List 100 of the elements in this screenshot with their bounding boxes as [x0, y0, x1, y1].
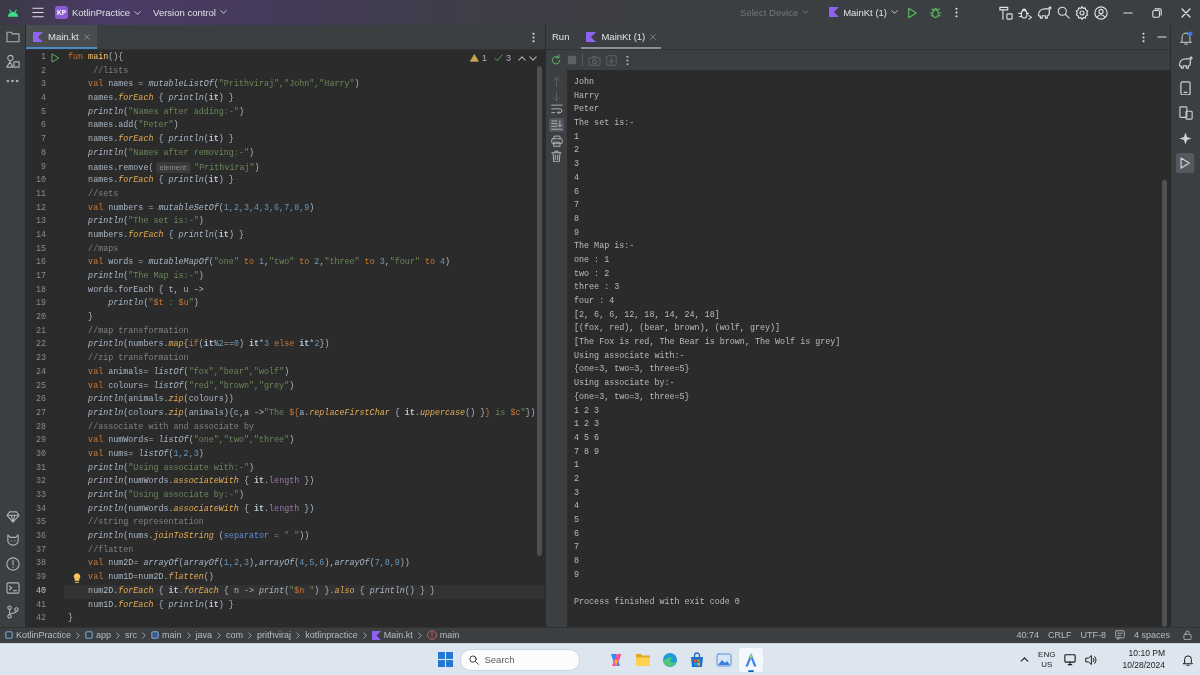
bulb-icon[interactable] [73, 572, 81, 584]
line-number: 41 [34, 598, 46, 612]
gem-icon[interactable] [5, 511, 20, 523]
output-line: Using associate with:- [574, 349, 685, 363]
tool-icon[interactable] [999, 5, 1013, 20]
breadcrumb[interactable]: prithviraj [257, 630, 292, 641]
code-line: } [68, 613, 74, 624]
code-line: println(numbers.map{if(it%2==0) it*3 else it*2}) [88, 339, 330, 350]
bug-icon[interactable] [929, 6, 942, 19]
code-line: names.add("Peter") [88, 120, 179, 131]
language-indicator[interactable]: ENG [1038, 650, 1056, 660]
breadcrumb[interactable]: main [151, 630, 182, 641]
phone-icon[interactable] [1180, 80, 1191, 96]
bell-icon[interactable] [1182, 653, 1194, 666]
breadcrumb[interactable]: com [226, 630, 244, 641]
line-number: 23 [34, 352, 46, 366]
run-config-selector[interactable]: MainKt (1) [829, 6, 898, 19]
output-line: 9 [574, 226, 580, 240]
terminal-icon[interactable] [5, 582, 20, 594]
more-icon[interactable] [626, 54, 629, 66]
clock-time[interactable]: 10:10 PM [1128, 648, 1165, 660]
chevron-down-icon[interactable] [529, 55, 537, 61]
printer-icon[interactable] [550, 134, 563, 147]
cursor-position[interactable]: 40:74 [1016, 630, 1039, 641]
code-line: println("Using associate with:-") [88, 462, 254, 473]
run-tab[interactable]: MainKt (1) [581, 25, 662, 49]
line-number: 2 [39, 64, 46, 78]
code-line: val numbers = mutableSetOf(1,2,3,4,3,6,7,8,9) [88, 202, 315, 213]
editor-tab[interactable]: Main.kt [26, 25, 97, 49]
run-icon[interactable] [50, 52, 60, 63]
rerun-icon[interactable] [550, 54, 562, 66]
line-number: 25 [34, 379, 46, 393]
compass-logo-icon[interactable] [738, 647, 763, 672]
search-field[interactable]: Search [459, 648, 580, 671]
elephant-icon[interactable] [1178, 56, 1193, 70]
restore-icon[interactable] [1152, 7, 1162, 18]
more-icon[interactable] [1142, 31, 1145, 43]
sparkle-icon[interactable] [1179, 131, 1192, 145]
settings-icon[interactable] [1075, 5, 1089, 20]
breadcrumb[interactable]: kotlinpractice [305, 630, 358, 641]
code-line: numbers.forEach { println(it) } [88, 229, 244, 240]
line-number: 32 [34, 475, 46, 489]
breadcrumb[interactable]: KotlinPractice [5, 630, 72, 641]
scrollbar[interactable] [537, 66, 542, 556]
line-number: 39 [34, 571, 46, 585]
region-indicator[interactable]: US [1041, 659, 1053, 669]
shapes-icon[interactable] [5, 54, 20, 68]
cat-icon[interactable] [5, 534, 20, 546]
speaker-icon[interactable] [1085, 653, 1098, 666]
menu-icon[interactable] [32, 7, 44, 18]
breadcrumb[interactable]: src [125, 630, 138, 641]
vcs-selector[interactable]: Version control [153, 6, 227, 19]
line-separator[interactable]: CRLF [1047, 630, 1072, 641]
output-line: 4 5 6 [574, 431, 600, 445]
chevron-up-icon[interactable] [1020, 657, 1030, 662]
devices-icon[interactable] [1178, 106, 1193, 120]
output-line: [(fox, red), (bear, brown), (wolf, grey)] [574, 322, 781, 336]
folder-icon[interactable] [5, 31, 20, 43]
encoding[interactable]: UTF-8 [1080, 630, 1106, 641]
elephant-icon[interactable] [1037, 6, 1052, 19]
monitor-icon[interactable] [1064, 653, 1077, 666]
run-icon[interactable] [907, 6, 918, 19]
more-icon[interactable] [6, 79, 19, 83]
search-icon[interactable] [1057, 6, 1070, 19]
indent-setting[interactable]: 4 spaces [1133, 630, 1170, 641]
output-line: 1 [574, 130, 580, 144]
line-number: 16 [34, 256, 46, 270]
more-icon[interactable] [955, 7, 958, 18]
code-line: println("$t : $u") [108, 298, 199, 309]
trash-icon[interactable] [551, 149, 562, 163]
run-icon[interactable] [1176, 152, 1195, 174]
scroll-to-end-icon[interactable] [548, 117, 565, 132]
clock-date[interactable]: 10/28/2024 [1122, 659, 1165, 671]
chevron-up-icon[interactable] [518, 55, 526, 61]
soft-wrap-icon[interactable] [550, 104, 563, 115]
output-line: John [574, 76, 595, 89]
breadcrumb[interactable]: main [426, 630, 460, 641]
breadcrumb[interactable]: app [85, 630, 112, 641]
picture-icon[interactable] [715, 652, 732, 667]
padlock-icon[interactable] [1183, 630, 1192, 641]
notification-bell-icon[interactable] [1178, 31, 1193, 45]
caret-icon [891, 10, 898, 15]
shopping-bag-icon[interactable] [688, 651, 705, 668]
output-line: 1 2 3 [574, 404, 600, 418]
minimize-icon[interactable] [1123, 11, 1133, 14]
code-line: val names = mutableListOf("Prithviraj","John","Harry") [88, 79, 360, 90]
code-line: //maps [88, 243, 119, 254]
alert-icon[interactable] [5, 557, 20, 571]
output-line: 7 8 9 [574, 445, 600, 459]
scrollbar[interactable] [1162, 180, 1167, 627]
more-icon[interactable] [532, 31, 535, 43]
account-icon[interactable] [1094, 5, 1108, 20]
chevron-right-icon [417, 632, 422, 639]
note-icon[interactable] [1114, 630, 1125, 641]
breadcrumb[interactable]: java [195, 630, 213, 641]
git-branch-icon[interactable] [6, 605, 19, 619]
four-squares-icon[interactable] [437, 652, 453, 667]
line-number: 34 [34, 502, 46, 516]
check-count: 3 [506, 53, 511, 64]
breadcrumb[interactable]: Main.kt [371, 630, 413, 641]
